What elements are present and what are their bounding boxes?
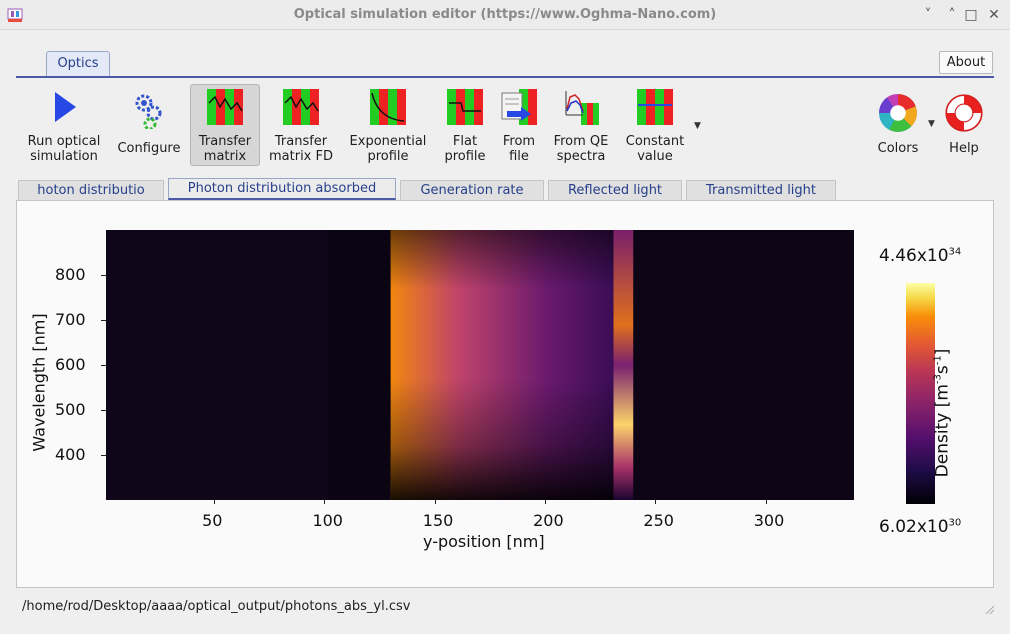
status-file-path: /home/rod/Desktop/aaaa/optical_output/ph… [22,599,411,614]
constant-value-button[interactable]: Constant value [620,84,690,166]
configure-button[interactable]: Configure [113,84,185,166]
y-tick-label: 500 [55,400,86,419]
colorbar-label: Density [m-3s-1] [932,348,953,478]
y-tick-mark [101,365,106,366]
transfer-matrix-icon [207,89,243,125]
transfer-matrix-fd-icon [283,89,319,125]
tab-photon-distribution-absorbed[interactable]: Photon distribution absorbed [168,178,396,200]
colors-button[interactable]: Colors [869,84,927,166]
y-axis-label: Wavelength [nm] [29,313,49,452]
tool-label: Exponential [349,134,427,149]
tool-label: simulation [30,149,98,164]
x-tick-label: 200 [533,511,564,530]
y-tick-label: 700 [55,310,86,329]
minimize-icon[interactable]: ˅ [919,6,937,24]
close-icon[interactable]: ✕ [985,6,1003,24]
flat-profile-icon [447,89,483,125]
tool-label: file [509,149,529,164]
y-tick-label: 800 [55,265,86,284]
from-file-button[interactable]: From file [497,84,541,166]
constant-value-icon [637,89,673,125]
tool-label: Constant [625,134,685,149]
toolbar-overflow-dropdown-icon[interactable]: ▼ [694,121,701,131]
transfer-matrix-fd-button[interactable]: Transfer matrix FD [265,84,337,166]
heatmap-layers [106,230,854,500]
x-tick-mark [434,500,436,504]
heatmap-layer [633,230,854,500]
maximize-icon[interactable]: ˄ [943,6,961,24]
tool-label: matrix FD [269,149,333,164]
transfer-matrix-button[interactable]: Transfer matrix [190,84,260,166]
tool-label: Transfer [198,134,252,149]
y-tick-mark [101,410,106,411]
tab-reflected-light[interactable]: Reflected light [548,180,682,200]
exponential-profile-button[interactable]: Exponential profile [345,84,431,166]
heatmap-plot[interactable] [106,230,854,500]
tool-label: spectra [556,149,606,164]
lifebuoy-help-icon [945,94,983,132]
ribbon-divider [16,76,994,78]
y-tick-label: 400 [55,445,86,464]
tool-label: From [502,134,536,149]
resize-grip-icon[interactable] [983,603,995,615]
x-tick-mark [214,500,216,504]
tab-optics[interactable]: Optics [46,51,110,77]
window-title: Optical simulation editor (https://www.O… [293,7,717,22]
flat-profile-button[interactable]: Flat profile [439,84,491,166]
x-tick-mark [324,500,326,504]
colorbar-max-label: 4.46x1034 [879,246,962,266]
heatmap-layer [106,230,329,500]
y-tick-mark [101,320,106,321]
heatmap-layer [328,230,391,500]
y-tick-mark [101,275,106,276]
color-wheel-icon [879,94,917,132]
heatmap-layer [613,230,634,500]
colors-dropdown-icon[interactable]: ▼ [928,119,935,129]
tool-label: Configure [117,141,181,156]
run-optical-simulation-button[interactable]: Run optical simulation [24,84,104,166]
x-tick-label: 300 [753,511,785,530]
tab-photon-distribution[interactable]: hoton distributio [18,180,164,200]
from-qe-spectra-button[interactable]: From QE spectra [549,84,613,166]
x-tick-mark [655,500,657,504]
tool-label: matrix [203,149,247,164]
restore-icon[interactable]: □ [962,6,980,24]
colorbar [906,283,935,504]
x-axis-label: y-position [nm] [423,532,545,551]
about-button[interactable]: About [939,51,993,74]
x-tick-label: 250 [643,511,674,530]
x-tick-label: 50 [202,511,223,530]
tool-label: From QE [553,134,609,149]
y-tick-label: 600 [55,355,86,374]
tool-label: Flat [452,134,478,149]
y-tick-mark [101,455,106,456]
from-file-icon [501,89,537,125]
tool-label: Colors [877,141,919,156]
configure-gears-icon [135,94,162,129]
help-button[interactable]: Help [940,84,988,166]
colorbar-min-label: 6.02x1030 [879,517,962,537]
x-tick-label: 100 [312,511,343,530]
run-icon [55,92,76,122]
tool-label: profile [444,149,486,164]
tool-label: profile [367,149,409,164]
x-tick-mark [545,500,547,504]
tool-label: value [637,149,673,164]
title-bar: Optical simulation editor (https://www.O… [0,0,1010,30]
heatmap-layer-shade [390,230,614,500]
tool-label: Transfer [274,134,328,149]
tab-generation-rate[interactable]: Generation rate [400,180,544,200]
tool-label: Run optical [27,134,101,149]
from-qe-spectra-icon [565,91,599,125]
exponential-profile-icon [370,89,406,125]
tab-transmitted-light[interactable]: Transmitted light [686,180,836,200]
tool-label: Help [949,141,979,156]
x-tick-label: 150 [422,511,454,530]
x-tick-mark [765,500,767,504]
